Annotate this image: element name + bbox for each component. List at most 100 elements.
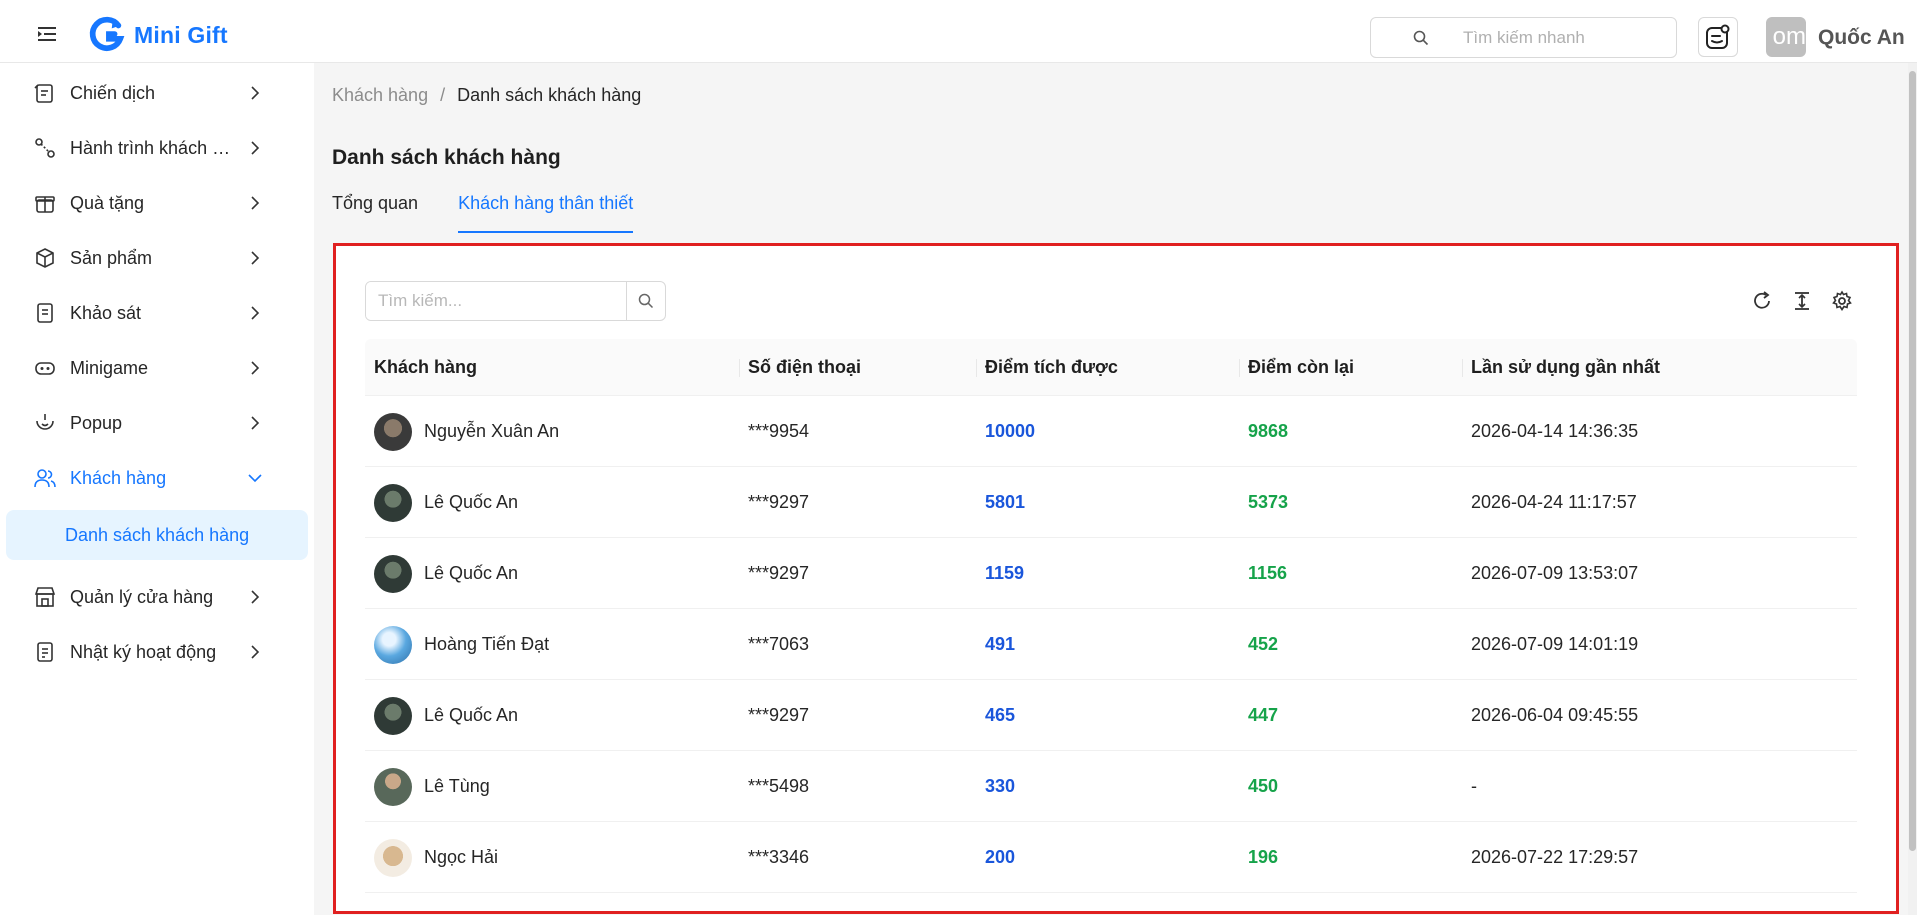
log-icon xyxy=(37,642,53,662)
gear-icon[interactable] xyxy=(1831,290,1853,312)
phone-cell: ***5498 xyxy=(748,776,810,796)
search-icon xyxy=(638,293,654,309)
customer-avatar xyxy=(374,625,412,664)
points-remaining-cell: 1156 xyxy=(1248,563,1288,583)
sidebar-item-gift[interactable]: Quà tặng xyxy=(0,178,314,228)
last-used-cell: 2026-07-09 14:01:19 xyxy=(1471,634,1639,654)
sidebar-item-store[interactable]: Quản lý cửa hàng xyxy=(0,572,314,622)
search-icon xyxy=(1413,30,1429,45)
sidebar-item-label: Nhật ký hoạt động xyxy=(70,641,217,662)
table-search-input[interactable] xyxy=(366,282,626,320)
table-search-box[interactable] xyxy=(365,281,666,321)
column-divider xyxy=(976,359,977,377)
customer-name: Lê Tùng xyxy=(424,776,490,796)
table-row[interactable]: Lê Quốc An ***9297 1159 1156 2026-07-09 … xyxy=(365,538,1857,609)
points-remaining-cell: 9868 xyxy=(1248,421,1289,441)
customer-name: Hoàng Tiến Đạt xyxy=(424,634,550,654)
customer-table: Khách hàng Số điện thoại Điểm tích được … xyxy=(365,339,1857,893)
sidebar-item-journey[interactable]: Hành trình khách hàng xyxy=(0,123,314,173)
column-header-customer[interactable]: Khách hàng xyxy=(374,357,477,378)
reload-icon[interactable] xyxy=(1751,290,1773,312)
points-earned-cell: 491 xyxy=(985,634,1016,654)
sidebar-item-activity-log[interactable]: Nhật ký hoạt động xyxy=(0,627,314,677)
table-row[interactable]: Hoàng Tiến Đạt ***7063 491 452 2026-07-0… xyxy=(365,609,1857,680)
user-avatar[interactable]: om xyxy=(1766,17,1806,57)
column-divider xyxy=(1462,359,1463,377)
table-search-button[interactable] xyxy=(626,282,665,320)
chevron-right-icon xyxy=(251,86,260,100)
sidebar-item-campaign[interactable]: Chiến dịch xyxy=(0,68,314,118)
tab-bar: Tổng quan Khách hàng thân thiết xyxy=(332,193,634,233)
sidebar-item-product[interactable]: Sản phẩm xyxy=(0,233,314,283)
table-header: Khách hàng Số điện thoại Điểm tích được … xyxy=(365,339,1857,396)
last-used-cell: 2026-04-14 14:36:35 xyxy=(1471,421,1639,441)
chevron-right-icon xyxy=(251,141,260,155)
table-row[interactable]: Nguyễn Xuân An ***9954 10000 9868 2026-0… xyxy=(365,396,1857,467)
points-earned-cell: 200 xyxy=(985,847,1016,867)
column-header-last-used[interactable]: Lần sử dụng gần nhất xyxy=(1471,357,1660,378)
store-icon xyxy=(34,587,56,607)
phone-cell: ***3346 xyxy=(748,847,810,867)
sidebar-item-label: Khách hàng xyxy=(70,467,167,488)
points-remaining-cell: 5373 xyxy=(1248,492,1289,512)
table-row[interactable]: Lê Quốc An ***9297 5801 5373 2026-04-24 … xyxy=(365,467,1857,538)
popup-icon xyxy=(36,414,54,430)
phone-cell: ***9297 xyxy=(748,492,810,512)
sidebar-item-label: Minigame xyxy=(70,357,149,378)
sidebar-item-label: Chiến dịch xyxy=(70,82,156,103)
customer-name: Lê Quốc An xyxy=(424,492,519,512)
column-header-phone[interactable]: Số điện thoại xyxy=(748,357,861,378)
tab-loyal-customers[interactable]: Khách hàng thân thiết xyxy=(458,193,634,233)
sidebar-item-minigame[interactable]: Minigame xyxy=(0,343,314,393)
table-row[interactable]: Lê Quốc An ***9297 465 447 2026-06-04 09… xyxy=(365,680,1857,751)
customer-cell: Lê Tùng xyxy=(374,751,490,822)
sidebar-subitem-customer-list[interactable]: Danh sách khách hàng xyxy=(6,510,308,560)
table-toolbar xyxy=(1751,290,1853,312)
column-header-points-remaining[interactable]: Điểm còn lại xyxy=(1248,357,1354,378)
customer-name: Lê Quốc An xyxy=(424,563,519,583)
points-remaining-cell: 196 xyxy=(1248,847,1279,867)
journey-icon xyxy=(35,138,55,158)
tab-overview[interactable]: Tổng quan xyxy=(332,193,418,233)
breadcrumb-parent[interactable]: Khách hàng xyxy=(332,85,428,106)
customer-avatar xyxy=(374,767,412,806)
customer-avatar xyxy=(374,838,412,877)
customer-avatar xyxy=(374,412,412,451)
customer-name: Ngọc Hải xyxy=(424,847,499,867)
phone-cell: ***9297 xyxy=(748,705,810,725)
table-body: Nguyễn Xuân An ***9954 10000 9868 2026-0… xyxy=(365,396,1857,893)
sidebar-item-label: Popup xyxy=(70,412,123,433)
app-logo[interactable]: Mini Gift xyxy=(88,16,228,54)
sidebar-item-customers[interactable]: Khách hàng xyxy=(0,453,314,503)
column-height-icon[interactable] xyxy=(1791,290,1813,312)
users-icon xyxy=(34,469,56,488)
table-row[interactable]: Ngọc Hải ***3346 200 196 2026-07-22 17:2… xyxy=(365,822,1857,893)
breadcrumb: Khách hàng / Danh sách khách hàng xyxy=(332,85,641,106)
last-used-cell: 2026-06-04 09:45:55 xyxy=(1471,705,1639,725)
sidebar-item-label: Quà tặng xyxy=(70,192,145,213)
quick-search-box[interactable] xyxy=(1370,17,1677,58)
table-row[interactable]: Lê Tùng ***5498 330 450 - xyxy=(365,751,1857,822)
customer-cell: Ngọc Hải xyxy=(374,822,498,893)
user-name[interactable]: Quốc An xyxy=(1818,26,1905,50)
sidebar-item-survey[interactable]: Khảo sát xyxy=(0,288,314,338)
customer-avatar xyxy=(374,696,412,735)
chevron-right-icon xyxy=(251,645,260,659)
sidebar-item-label: Hành trình khách hàng xyxy=(70,137,240,158)
box-icon xyxy=(36,248,54,268)
customer-avatar xyxy=(374,483,412,522)
column-header-points-earned[interactable]: Điểm tích được xyxy=(985,357,1118,378)
quick-search-input[interactable] xyxy=(1463,27,1663,48)
customer-cell: Nguyễn Xuân An xyxy=(374,396,559,467)
breadcrumb-current: Danh sách khách hàng xyxy=(457,85,642,105)
gamepad-icon xyxy=(35,362,55,375)
scrollbar-thumb[interactable] xyxy=(1909,71,1916,851)
notification-button[interactable] xyxy=(1698,17,1738,57)
points-earned-cell: 10000 xyxy=(985,421,1036,441)
customer-name: Nguyễn Xuân An xyxy=(424,421,560,441)
page-scrollbar[interactable] xyxy=(1908,63,1917,915)
customer-cell: Lê Quốc An xyxy=(374,680,518,751)
chevron-right-icon xyxy=(251,361,260,375)
sidebar-item-popup[interactable]: Popup xyxy=(0,398,314,448)
menu-collapse-icon[interactable] xyxy=(38,27,56,41)
